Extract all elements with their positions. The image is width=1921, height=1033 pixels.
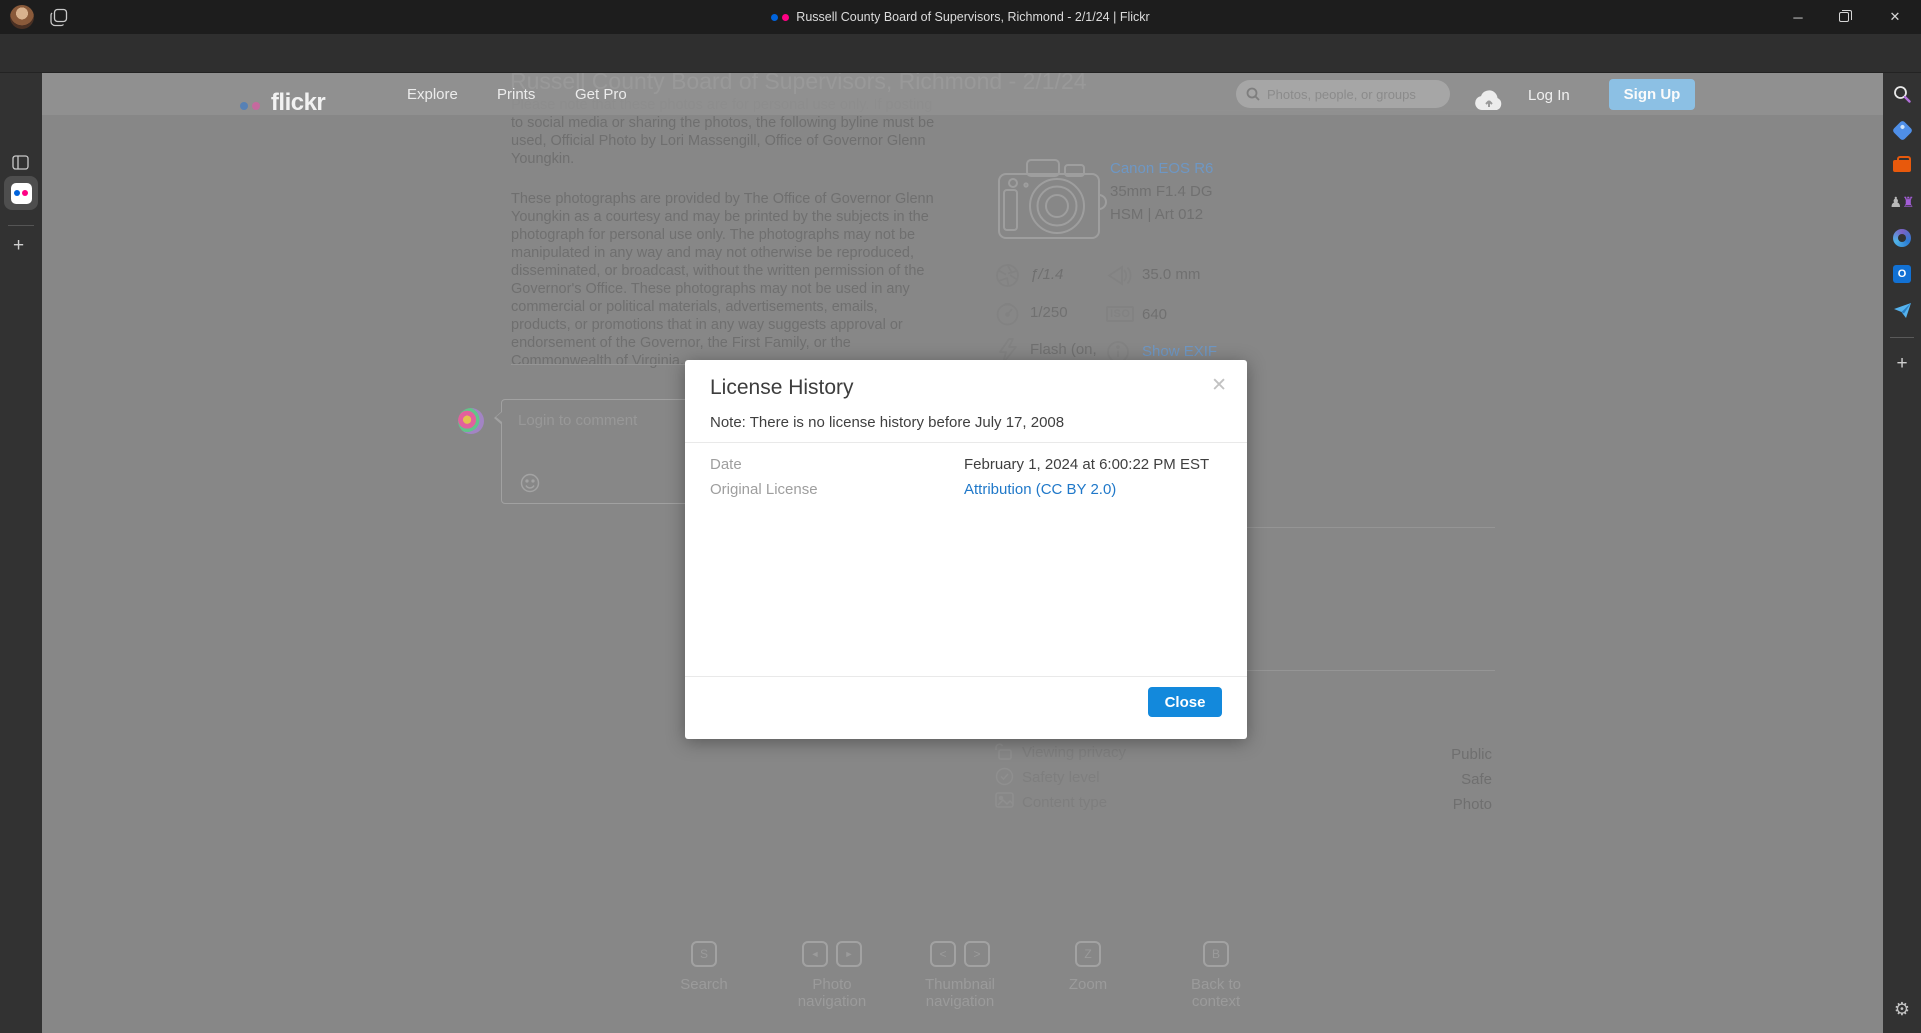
nav-prints[interactable]: Prints xyxy=(497,86,535,103)
license-row-date-value: February 1, 2024 at 6:00:22 PM EST xyxy=(964,456,1209,473)
shortcut-thumbnail-navigation: < > Thumbnail navigation xyxy=(896,940,1024,1010)
tab-actions-icon[interactable] xyxy=(12,155,29,170)
key-z: Z xyxy=(1075,941,1101,967)
nav-explore[interactable]: Explore xyxy=(407,86,458,103)
license-row-original-link[interactable]: Attribution (CC BY 2.0) xyxy=(964,481,1116,498)
lens-line-2: HSM | Art 012 xyxy=(1110,206,1203,223)
modal-close-x-icon[interactable]: ✕ xyxy=(1211,374,1227,397)
description-paragraph-2: These photographs are provided by The Of… xyxy=(511,190,941,370)
emoji-smiley-icon[interactable] xyxy=(520,473,540,493)
workspaces-icon[interactable] xyxy=(50,8,69,27)
license-row-date-label: Date xyxy=(710,456,742,473)
flickr-favicon-dot-pink xyxy=(782,14,789,21)
commenter-avatar xyxy=(458,408,484,434)
content-type-label: Content type xyxy=(1022,794,1107,811)
iso-icon: ISO xyxy=(1106,306,1134,322)
logo-dot-pink xyxy=(252,102,260,110)
flickr-logo[interactable]: flickr xyxy=(240,89,325,117)
browser-titlebar: Russell County Board of Supervisors, Ric… xyxy=(0,0,1921,34)
search-icon xyxy=(1246,87,1260,101)
safety-level-label: Safety level xyxy=(1022,769,1100,786)
camera-icon xyxy=(995,152,1107,246)
shutter-value: 1/250 xyxy=(1030,304,1068,321)
iso-value: 640 xyxy=(1142,306,1167,323)
modal-note: Note: There is no license history before… xyxy=(710,414,1064,431)
key-arrow-left: ◄ xyxy=(802,941,828,967)
sidebar-shopping-icon[interactable] xyxy=(1883,116,1921,144)
key-arrow-right: ► xyxy=(836,941,862,967)
sidebar-outlook-icon[interactable]: O xyxy=(1883,260,1921,288)
sidebar-tools-icon[interactable] xyxy=(1883,152,1921,180)
modal-footer-divider xyxy=(685,676,1247,677)
shortcut-photo-navigation: ◄ ► Photo navigation xyxy=(768,940,896,1010)
lens-line-1: 35mm F1.4 DG xyxy=(1110,183,1213,200)
flash-value: Flash (on, xyxy=(1030,341,1097,358)
sidebar-add-icon[interactable]: + xyxy=(1883,350,1921,378)
window-close-button[interactable]: ✕ xyxy=(1869,0,1921,34)
sidebar-search-icon[interactable] xyxy=(1883,80,1921,108)
content-type-image-icon xyxy=(995,792,1014,808)
signup-button[interactable]: Sign Up xyxy=(1609,79,1695,110)
flickr-favicon-dot-blue xyxy=(771,14,778,21)
browser-profile-avatar[interactable] xyxy=(10,5,34,29)
flickr-header: flickr Explore Prints Get Pro xyxy=(42,73,1883,115)
flickr-page: Russell County Board of Supervisors, Ric… xyxy=(42,73,1883,1033)
sidebar-divider xyxy=(1890,337,1914,338)
key-s: S xyxy=(691,941,717,967)
modal-divider xyxy=(685,442,1247,443)
tab-strip-divider xyxy=(8,225,34,226)
edge-sidebar xyxy=(1883,73,1921,1033)
vertical-tabs-strip: + xyxy=(0,73,42,1033)
key-less-than: < xyxy=(930,941,956,967)
shortcut-back-to-context: B Back to context xyxy=(1152,940,1280,1010)
upload-cloud-icon[interactable] xyxy=(1474,90,1504,111)
browser-toolbar: ← ⟳ ⌂ https://www.flickr.com/photos/gy74… xyxy=(0,34,1921,73)
safety-level-value: Safe xyxy=(1392,771,1492,788)
flickr-favicon xyxy=(11,183,32,204)
key-b: B xyxy=(1203,941,1229,967)
sidebar-drop-icon[interactable] xyxy=(1883,296,1921,324)
modal-close-button[interactable]: Close xyxy=(1148,687,1222,717)
shutter-speed-icon xyxy=(995,301,1020,326)
logo-dot-blue xyxy=(240,102,248,110)
tab-title-area: Russell County Board of Supervisors, Ric… xyxy=(0,0,1921,34)
content-type-value: Photo xyxy=(1392,796,1492,813)
camera-model-link[interactable]: Canon EOS R6 xyxy=(1110,160,1213,177)
login-link[interactable]: Log In xyxy=(1528,87,1570,104)
active-tab-flickr[interactable] xyxy=(4,176,38,210)
shortcut-search: S Search xyxy=(640,940,768,1010)
sidebar-settings-gear-icon[interactable]: ⚙ xyxy=(1883,995,1921,1023)
search-input[interactable] xyxy=(1267,87,1437,102)
new-tab-button[interactable]: + xyxy=(13,235,24,257)
nav-get-pro[interactable]: Get Pro xyxy=(575,86,627,103)
viewing-privacy-value: Public xyxy=(1392,746,1492,763)
sidebar-m365-icon[interactable] xyxy=(1883,224,1921,252)
focal-length-icon xyxy=(1106,263,1132,288)
comment-box-notch xyxy=(494,411,502,425)
aperture-value: ƒ/1.4 xyxy=(1030,266,1063,283)
show-exif-link[interactable]: Show EXIF xyxy=(1142,343,1217,360)
focal-length-value: 35.0 mm xyxy=(1142,266,1200,283)
lock-open-icon xyxy=(995,742,1014,761)
comment-placeholder: Login to comment xyxy=(518,412,637,429)
sidebar-games-icon[interactable]: ♟♜ xyxy=(1883,188,1921,216)
license-history-modal: License History ✕ Note: There is no lice… xyxy=(685,360,1247,739)
keyboard-shortcuts-bar: S Search ◄ ► Photo navigation < > Thumbn… xyxy=(640,940,1280,1010)
license-row-original-label: Original License xyxy=(710,481,818,498)
modal-title: License History xyxy=(710,376,854,400)
safety-check-icon xyxy=(995,767,1014,786)
key-greater-than: > xyxy=(964,941,990,967)
aperture-icon xyxy=(995,263,1020,288)
window-restore-button[interactable] xyxy=(1821,0,1867,34)
flickr-search-box[interactable] xyxy=(1236,80,1450,108)
viewing-privacy-label: Viewing privacy xyxy=(1022,744,1126,761)
tab-title: Russell County Board of Supervisors, Ric… xyxy=(796,10,1149,24)
window-minimize-button[interactable]: ─ xyxy=(1775,0,1821,34)
shortcut-zoom: Z Zoom xyxy=(1024,940,1152,1010)
